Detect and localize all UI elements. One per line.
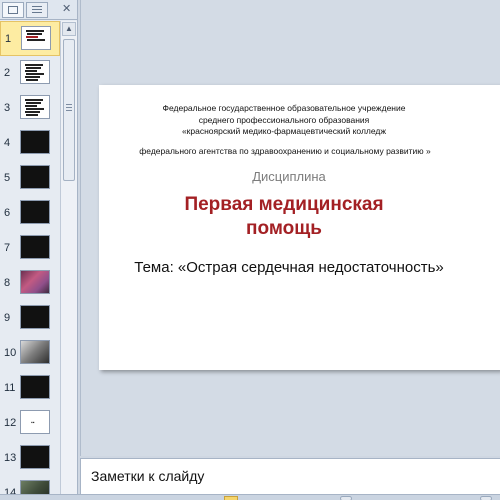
preview-line <box>26 67 41 69</box>
slide-preview <box>20 270 50 294</box>
preview-line <box>26 36 38 38</box>
preview-line <box>26 73 44 75</box>
discipline-label[interactable]: Дисциплина <box>239 169 339 184</box>
preview-line <box>27 33 42 35</box>
slide-number: 4 <box>4 137 11 149</box>
current-slide[interactable]: Федеральное государственное образователь… <box>99 85 500 370</box>
scroll-up-icon[interactable]: ▲ <box>62 22 76 36</box>
preview-line <box>25 105 37 107</box>
preview-line <box>25 111 40 113</box>
slide-preview <box>20 60 50 84</box>
notes-placeholder: Заметки к слайду <box>91 468 205 484</box>
zoom-out-icon[interactable] <box>340 496 352 500</box>
slide-preview <box>20 200 50 224</box>
preview-line <box>26 114 38 116</box>
slide-preview <box>20 95 50 119</box>
slide-thumbnail[interactable]: 2 <box>0 56 60 91</box>
slide-number: 11 <box>4 382 16 394</box>
tab-outline[interactable] <box>26 2 48 18</box>
thumbnail-list: 1 2 3 4 5 6 7 8 9 10 11 12 ▪▪ 13 14 <box>0 21 60 500</box>
slide-number: 2 <box>4 67 11 79</box>
slide-number: 13 <box>4 452 17 464</box>
slide-thumbnail[interactable]: 6 <box>0 196 60 231</box>
preview-line <box>26 102 41 104</box>
slide-editing-area: Федеральное государственное образователь… <box>80 0 500 456</box>
preview-mark: ▪▪ <box>31 420 35 426</box>
slide-preview <box>20 445 50 469</box>
slide-number: 9 <box>4 312 11 324</box>
institution-line-1[interactable]: Федеральное государственное образователь… <box>117 103 451 113</box>
scroll-thumb[interactable] <box>63 39 75 181</box>
normal-view-icon[interactable] <box>224 496 238 500</box>
slide-number: 8 <box>4 277 11 289</box>
course-title[interactable]: Первая медицинская помощь <box>159 193 409 241</box>
notes-pane[interactable]: Заметки к слайду <box>80 458 500 494</box>
slide-number: 12 <box>4 417 17 429</box>
slides-pane: ✕ 1 2 3 4 5 6 7 8 9 10 11 12 ▪▪ 13 14 ▲ <box>0 0 78 500</box>
slide-thumbnail[interactable]: 1 <box>0 21 60 56</box>
slides-view-icon <box>8 6 18 14</box>
preview-line <box>25 76 40 78</box>
slide-thumbnail[interactable]: 3 <box>0 91 60 126</box>
slide-preview: ▪▪ <box>20 410 50 434</box>
slide-number: 1 <box>5 33 12 45</box>
pane-tabs: ✕ <box>0 0 77 20</box>
grip-icon <box>66 104 72 111</box>
slide-preview <box>20 305 50 329</box>
fit-to-window-icon[interactable] <box>480 496 492 500</box>
slide-thumbnail[interactable]: 5 <box>0 161 60 196</box>
slide-thumbnail[interactable]: 12 ▪▪ <box>0 406 60 441</box>
slide-number: 5 <box>4 172 11 184</box>
institution-line-4[interactable]: федерального агентства по здравоохранени… <box>103 146 467 156</box>
slide-preview <box>20 235 50 259</box>
preview-line <box>25 70 37 72</box>
slide-number: 6 <box>4 207 11 219</box>
slide-preview <box>21 26 51 50</box>
slide-thumbnail[interactable]: 11 <box>0 371 60 406</box>
slide-number: 10 <box>4 347 17 359</box>
institution-line-3[interactable]: «красноярский медико-фармацевтический ко… <box>117 126 451 136</box>
slide-thumbnail[interactable]: 13 <box>0 441 60 476</box>
slide-thumbnail[interactable]: 9 <box>0 301 60 336</box>
slide-thumbnail[interactable]: 8 <box>0 266 60 301</box>
slide-thumbnail[interactable]: 10 <box>0 336 60 371</box>
institution-line-2[interactable]: среднего профессионального образования <box>117 115 451 125</box>
preview-line <box>25 99 43 101</box>
preview-line <box>26 108 44 110</box>
preview-line <box>27 39 45 41</box>
slide-preview <box>20 375 50 399</box>
outline-view-icon <box>32 6 42 13</box>
slide-preview <box>20 340 50 364</box>
status-bar <box>0 494 500 500</box>
thumbnail-scrollbar[interactable]: ▲ <box>60 21 77 500</box>
slide-number: 3 <box>4 102 11 114</box>
tab-slides[interactable] <box>2 2 24 18</box>
slide-number: 7 <box>4 242 11 254</box>
slide-preview <box>20 165 50 189</box>
slide-thumbnail[interactable]: 7 <box>0 231 60 266</box>
slide-preview <box>20 130 50 154</box>
presentation-window: ✕ 1 2 3 4 5 6 7 8 9 10 11 12 ▪▪ 13 14 ▲ Федеральное го… <box>0 0 500 500</box>
close-icon[interactable]: ✕ <box>62 3 71 15</box>
preview-line <box>25 64 43 66</box>
preview-line <box>26 30 44 32</box>
topic-text[interactable]: Тема: «Острая сердечная недостаточность» <box>109 259 469 276</box>
preview-line <box>26 79 38 81</box>
slide-thumbnail[interactable]: 4 <box>0 126 60 161</box>
